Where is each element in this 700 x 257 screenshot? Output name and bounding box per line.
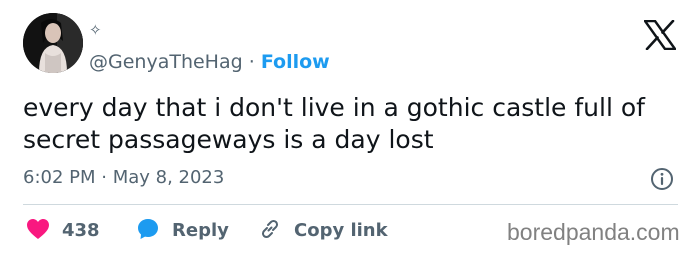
separator-dot: ·	[248, 51, 255, 73]
speech-bubble-icon	[136, 217, 160, 245]
follow-button[interactable]: Follow	[261, 51, 330, 73]
copy-link-button[interactable]: Copy link	[258, 218, 388, 244]
author-handle[interactable]: @GenyaTheHag	[89, 51, 243, 73]
x-logo-icon[interactable]	[643, 19, 677, 51]
reply-label: Reply	[172, 220, 229, 241]
copy-link-label: Copy link	[294, 220, 388, 241]
sparkle-icon: ✧	[89, 21, 102, 39]
divider	[23, 204, 678, 205]
tweet-timestamp[interactable]: 6:02 PM · May 8, 2023	[23, 167, 224, 189]
like-button[interactable]: 438	[26, 218, 100, 244]
avatar[interactable]	[23, 13, 83, 73]
heart-icon	[26, 218, 50, 244]
reply-button[interactable]: Reply	[136, 218, 229, 244]
link-icon	[258, 217, 282, 245]
info-icon[interactable]	[650, 167, 674, 191]
watermark: boredpanda.com	[507, 219, 680, 245]
tweet-text: every day that i don't live in a gothic …	[23, 93, 645, 154]
author-row: @GenyaTheHag · Follow	[89, 50, 330, 74]
like-count: 438	[62, 220, 100, 241]
